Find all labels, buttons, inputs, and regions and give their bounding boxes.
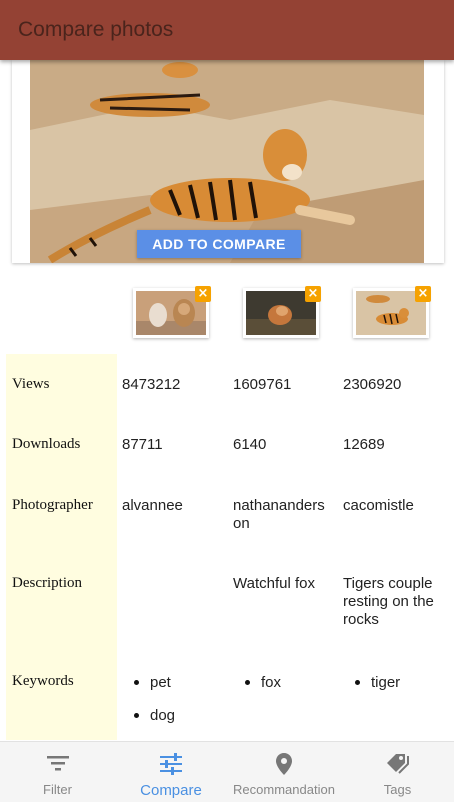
photo-thumbnail-1[interactable]: × (133, 286, 211, 338)
photo-thumbnail-3[interactable]: × (353, 286, 431, 338)
row-label-views: Views (12, 376, 50, 392)
downloads-value: 6140 (233, 436, 267, 453)
views-value: 1609761 (233, 376, 292, 393)
description-value: Tigers couple resting on the rocks (343, 575, 434, 628)
downloads-value: 87711 (122, 436, 163, 453)
views-value: 8473212 (122, 376, 181, 393)
keyword-item: fox (244, 674, 281, 707)
remove-photo-3-icon[interactable]: × (415, 286, 431, 302)
remove-photo-1-icon[interactable]: × (195, 286, 211, 302)
nav-item-compare[interactable]: Compare (115, 742, 227, 802)
nav-item-filter[interactable]: Filter (0, 742, 115, 802)
photo-thumbnail-2[interactable]: × (243, 286, 321, 338)
nav-label-recommandation: Recommandation (233, 782, 335, 797)
keyword-list: fox (244, 674, 281, 707)
keyword-list: tiger (354, 674, 400, 707)
keyword-item: pet (133, 674, 175, 707)
add-to-compare-button[interactable]: ADD TO COMPARE (137, 230, 301, 258)
keyword-item: tiger (354, 674, 400, 707)
nav-label-filter: Filter (43, 782, 72, 797)
views-value: 2306920 (343, 376, 402, 393)
compared-photos: × × × (0, 285, 454, 345)
description-value: Watchful fox (233, 575, 315, 592)
sliders-icon (158, 752, 184, 780)
nav-label-compare: Compare (140, 782, 202, 799)
row-label-description: Description (12, 575, 82, 591)
filter-icon (45, 752, 71, 777)
keyword-item: dog (133, 707, 175, 740)
bottom-navigation: Filter Compare Recommandation Tags (0, 741, 454, 802)
app-bar: Compare photos (0, 0, 454, 60)
row-label-keywords: Keywords (12, 673, 74, 689)
location-pin-icon (274, 752, 294, 779)
nav-label-tags: Tags (383, 782, 412, 797)
photographer-value: alvannee (122, 497, 183, 514)
row-label-downloads: Downloads (12, 436, 81, 452)
row-label-photographer: Photographer (12, 497, 93, 513)
nav-item-recommandation[interactable]: Recommandation (227, 742, 341, 802)
keyword-list: pet dog (133, 674, 175, 740)
tags-icon (384, 752, 412, 779)
page-title: Compare photos (18, 18, 174, 41)
remove-photo-2-icon[interactable]: × (305, 286, 321, 302)
downloads-value: 12689 (343, 436, 385, 453)
nav-item-tags[interactable]: Tags (341, 742, 454, 802)
photographer-value: nathananders on (233, 497, 325, 532)
photographer-value: cacomistle (343, 497, 414, 514)
